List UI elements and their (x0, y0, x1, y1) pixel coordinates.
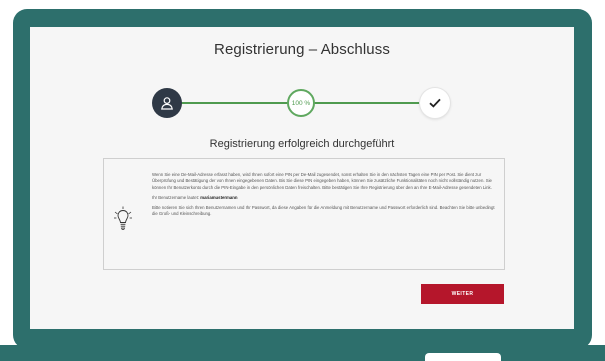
info-paragraph-username: Ihr Benutzername lautet: mariamustermann (152, 195, 497, 201)
stepper-connector-2 (304, 102, 434, 104)
success-message: Registrierung erfolgreich durchgeführt (209, 138, 395, 150)
info-box: Wenn Sie eine De-Mail-Adresse erfasst ha… (103, 158, 505, 270)
progress-label: 100 % (291, 99, 311, 107)
app-screen: Registrierung – Abschluss 100 % Registri… (30, 27, 574, 329)
device-base (0, 345, 605, 361)
checkmark-icon (429, 98, 441, 108)
user-icon (161, 97, 173, 110)
device-notch (425, 353, 501, 361)
page-title: Registrierung – Abschluss (214, 41, 390, 58)
step-account (152, 88, 182, 118)
username-prefix: Ihr Benutzername lautet: (152, 194, 200, 200)
username-value: mariamustermann (200, 194, 238, 200)
step-complete (420, 88, 450, 118)
progress-stepper: 100 % (152, 88, 452, 128)
step-progress: 100 % (287, 89, 315, 117)
stepper-connector-1 (170, 102, 300, 104)
info-paragraph-notes: Bitte notieren Sie sich Ihren Benutzerna… (152, 205, 495, 217)
info-paragraph-pin: Wenn Sie eine De-Mail-Adresse erfasst ha… (152, 172, 492, 190)
lightbulb-icon (114, 206, 132, 230)
next-button[interactable]: WEITER (421, 284, 504, 304)
info-text: Wenn Sie eine De-Mail-Adresse erfasst ha… (152, 172, 497, 222)
